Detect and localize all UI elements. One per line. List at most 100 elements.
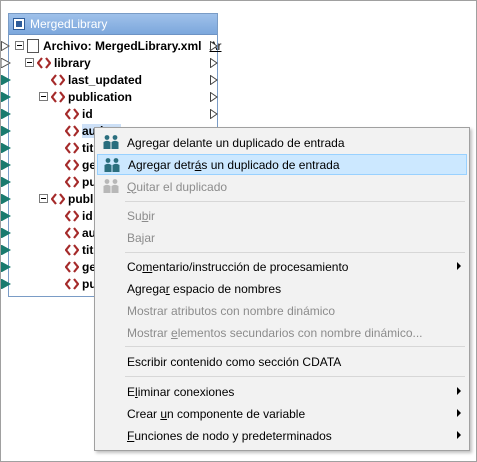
- input-connector-icon[interactable]: [1, 194, 11, 204]
- label-text: iminar conexiones: [137, 384, 235, 399]
- input-connector-icon[interactable]: [1, 228, 11, 238]
- menu-item-mostrar-atributos-con-nombre-dinamico: Mostrar atributos con nombre dinámico: [97, 300, 467, 321]
- element-icon: [64, 260, 80, 274]
- menu-item-label: Agregar delante un duplicado de entrada: [127, 136, 345, 150]
- menu-item-label: Bajar: [127, 231, 155, 245]
- menu-item-escribir-contenido-como-seccion-cdata[interactable]: Escribir contenido como sección CDATA: [97, 351, 467, 372]
- tree-node-last_updated[interactable]: last_updated: [50, 71, 143, 88]
- input-connector-icon[interactable]: [1, 279, 11, 289]
- input-connector-icon[interactable]: [1, 160, 11, 170]
- menu-item-label: Mostrar elementos secundarios con nombre…: [127, 326, 423, 340]
- label-text: Bajar: [127, 230, 156, 245]
- access-key: Q: [127, 179, 137, 194]
- input-connector-icon[interactable]: [1, 109, 11, 119]
- menu-separator: [125, 346, 465, 347]
- collapse-icon[interactable]: [25, 58, 34, 67]
- element-icon: [64, 141, 80, 155]
- menu-item-agregar-espacio-de-nombres[interactable]: Agregar espacio de nombres: [97, 278, 467, 299]
- label-text: Mostrar atributos con nombre dinámico: [127, 303, 336, 318]
- menu-item-agregar-delante-un-duplicado-de-entrada[interactable]: Agregar delante un duplicado de entrada: [97, 132, 467, 153]
- component-title-bar[interactable]: MergedLibrary: [9, 14, 217, 35]
- output-connector-icon[interactable]: [210, 41, 218, 51]
- label-text: n componente de variable: [167, 406, 306, 421]
- menu-item-eliminar-conexiones[interactable]: Eliminar conexiones: [97, 381, 467, 402]
- submenu-arrow-icon: [457, 409, 461, 417]
- menu-item-label: Mostrar atributos con nombre dinámico: [127, 304, 335, 318]
- output-connector-icon[interactable]: [210, 92, 218, 102]
- file-icon: [27, 38, 39, 53]
- tree-node-label: last_updated: [68, 72, 143, 87]
- output-connector-icon[interactable]: [210, 58, 218, 68]
- label-text: uitar el duplicado: [136, 179, 228, 194]
- access-key: g: [135, 135, 142, 150]
- label-text: lementos secundarios con nombre dinámico…: [177, 325, 423, 340]
- component-title: MergedLibrary: [30, 17, 108, 31]
- input-connector-icon[interactable]: [1, 245, 11, 255]
- tree-node-library[interactable]: library: [25, 54, 91, 71]
- output-connector-icon[interactable]: [210, 75, 218, 85]
- label-text: s un duplicado de entrada: [201, 157, 340, 172]
- input-connector-icon[interactable]: [1, 262, 11, 272]
- duplicate-after-icon: [103, 157, 121, 173]
- input-connector-icon[interactable]: [1, 92, 11, 102]
- label-text: regar delante un duplicado de entrada: [141, 135, 345, 150]
- collapse-icon[interactable]: [39, 92, 48, 101]
- menu-item-label: Escribir contenido como sección CDATA: [127, 355, 341, 369]
- label-text: ir: [148, 208, 156, 223]
- submenu-arrow-icon: [457, 387, 461, 395]
- input-connector-icon[interactable]: [1, 41, 11, 51]
- submenu-arrow-icon: [457, 431, 461, 439]
- menu-item-label: Agregar detrás un duplicado de entrada: [128, 158, 340, 172]
- input-connector-icon[interactable]: [1, 58, 11, 68]
- collapse-icon[interactable]: [15, 41, 24, 50]
- label-text: Co: [127, 259, 143, 274]
- access-key: m: [142, 259, 153, 274]
- input-connector-icon[interactable]: [1, 211, 11, 221]
- menu-item-quitar-el-duplicado: Quitar el duplicado: [97, 176, 467, 197]
- input-connector-icon[interactable]: [1, 177, 11, 187]
- label-text: E: [127, 384, 136, 399]
- menu-item-crear-un-componente-de-variable[interactable]: Crear un componente de variable: [97, 403, 467, 424]
- remove-duplicate-icon: [102, 178, 120, 194]
- tree-node-label: library: [54, 55, 91, 70]
- label-text: Crear: [127, 406, 161, 421]
- menu-item-comentario-instruccion-de-procesamiento[interactable]: Comentario/instrucción de procesamiento: [97, 256, 467, 277]
- menu-item-label: Agregar espacio de nombres: [127, 282, 281, 296]
- xml-component-icon: [13, 18, 25, 30]
- tree-node-id[interactable]: id: [64, 207, 93, 224]
- menu-item-label: Funciones de nodo y predeterminados: [127, 429, 332, 443]
- label-text: entario/instrucción de procesamiento: [152, 259, 349, 274]
- tree-node-label: id: [82, 208, 93, 223]
- element-icon: [64, 175, 80, 189]
- menu-item-subir: Subir: [97, 205, 467, 226]
- label-text: Su: [127, 208, 142, 223]
- menu-separator: [125, 201, 465, 202]
- input-connector-icon[interactable]: [1, 126, 11, 136]
- menu-item-agregar-detras-un-duplicado-de-entrada[interactable]: Agregar detrás un duplicado de entrada: [97, 154, 467, 175]
- tree-node-publication[interactable]: publication: [39, 88, 132, 105]
- file-row[interactable]: Archivo: MergedLibrary.xml Ar: [15, 37, 221, 54]
- element-icon: [64, 209, 80, 223]
- element-icon: [50, 192, 66, 206]
- file-label: Archivo: MergedLibrary.xml: [43, 38, 202, 53]
- tree-node-label: id: [82, 106, 93, 121]
- output-connector-icon[interactable]: [210, 109, 218, 119]
- label-text: Mostrar: [127, 325, 172, 340]
- element-icon: [64, 243, 80, 257]
- label-text: Agrega: [127, 281, 166, 296]
- element-icon: [64, 158, 80, 172]
- menu-item-label: Crear un componente de variable: [127, 407, 305, 421]
- menu-item-funciones-de-nodo-y-predeterminados[interactable]: Funciones de nodo y predeterminados: [97, 425, 467, 446]
- context-menu: Agregar delante un duplicado de entrada A…: [94, 127, 470, 451]
- tree-node-label: publication: [68, 89, 132, 104]
- label-text: Agregar detr: [128, 157, 195, 172]
- tree-node-id[interactable]: id: [64, 105, 93, 122]
- input-connector-icon[interactable]: [1, 75, 11, 85]
- input-connector-icon[interactable]: [1, 143, 11, 153]
- label-text: Escribir contenido como sección CDATA: [127, 354, 342, 369]
- collapse-icon[interactable]: [39, 194, 48, 203]
- menu-item-bajar: Bajar: [97, 227, 467, 248]
- element-icon: [64, 107, 80, 121]
- menu-item-mostrar-elementos-secundarios-con-nombre: Mostrar elementos secundarios con nombre…: [97, 322, 467, 343]
- menu-item-label: Quitar el duplicado: [127, 180, 227, 194]
